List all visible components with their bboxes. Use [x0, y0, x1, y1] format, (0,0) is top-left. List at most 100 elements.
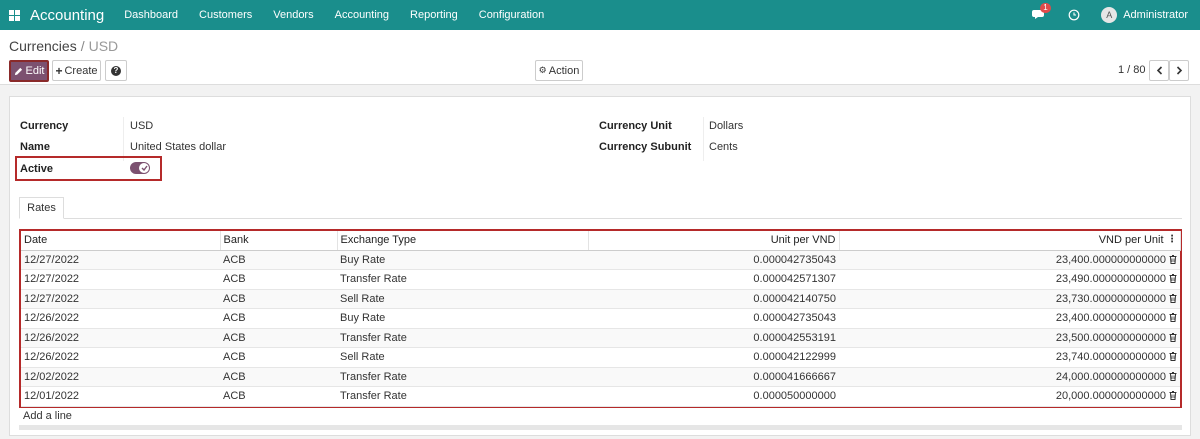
cell-exchange-type-value: Sell Rate [340, 292, 385, 305]
add-line-link[interactable]: Add a line [23, 410, 72, 422]
table-row[interactable]: 12/27/2022 ACB Transfer Rate 0.000042571307… [21, 269, 1180, 290]
cell-date[interactable]: 12/27/2022 [21, 250, 220, 270]
trash-icon[interactable] [1169, 352, 1177, 362]
table-row[interactable]: 12/02/2022 ACB Transfer Rate 0.000041666667… [21, 367, 1180, 387]
cell-unit-per-vnd-value: 0.000042140750 [753, 292, 836, 305]
rates-table-body: 12/27/2022 ACB Buy Rate 0.000042735043 23,40… [21, 250, 1180, 407]
cell-vnd-per-unit[interactable]: 23,740.000000000000 [839, 347, 1180, 368]
column-header-vnd-per-unit[interactable]: VND per Unit [839, 231, 1181, 251]
apps-grid-icon[interactable] [9, 9, 20, 21]
cell-bank[interactable]: ACB [220, 386, 337, 407]
cell-unit-per-vnd-value: 0.000050000000 [753, 390, 836, 403]
menu-vendors[interactable]: Vendors [273, 9, 313, 21]
create-button[interactable]: + Create [52, 60, 101, 81]
active-toggle[interactable] [130, 162, 150, 174]
edit-button[interactable]: Edit [9, 60, 49, 82]
trash-icon[interactable] [1169, 391, 1177, 401]
menu-customers[interactable]: Customers [199, 9, 252, 21]
trash-icon[interactable] [1169, 274, 1177, 284]
table-row[interactable]: 12/01/2022 ACB Transfer Rate 0.000050000000… [21, 386, 1180, 407]
trash-icon[interactable] [1169, 332, 1177, 342]
cell-vnd-per-unit[interactable]: 24,000.000000000000 [839, 367, 1180, 387]
cell-exchange-type[interactable]: Transfer Rate [337, 367, 588, 387]
cell-unit-per-vnd[interactable]: 0.000042140750 [588, 289, 839, 309]
cell-exchange-type[interactable]: Sell Rate [337, 347, 588, 368]
check-icon [139, 163, 149, 173]
cell-bank[interactable]: ACB [220, 250, 337, 270]
breadcrumb-parent[interactable]: Currencies [9, 38, 77, 54]
cell-bank[interactable]: ACB [220, 289, 337, 309]
trash-icon[interactable] [1169, 293, 1177, 303]
cell-exchange-type[interactable]: Transfer Rate [337, 386, 588, 407]
cell-date[interactable]: 12/02/2022 [21, 367, 220, 387]
table-row[interactable]: 12/26/2022 ACB Sell Rate 0.000042122999 23,7… [21, 347, 1180, 368]
cell-vnd-per-unit[interactable]: 23,400.000000000000 [839, 308, 1180, 329]
app-brand[interactable]: Accounting [30, 7, 104, 24]
table-row[interactable]: 12/26/2022 ACB Transfer Rate 0.000042553191… [21, 328, 1180, 348]
currency-unit-label: Currency Unit [599, 120, 672, 132]
cell-bank-value: ACB [223, 351, 246, 364]
cell-bank[interactable]: ACB [220, 269, 337, 290]
cell-date[interactable]: 12/27/2022 [21, 289, 220, 309]
cell-date[interactable]: 12/26/2022 [21, 347, 220, 368]
table-row[interactable]: 12/26/2022 ACB Buy Rate 0.000042735043 23,40… [21, 308, 1180, 329]
cell-unit-per-vnd[interactable]: 0.000041666667 [588, 367, 839, 387]
column-header-exchange-type[interactable]: Exchange Type [337, 231, 589, 251]
user-menu[interactable]: Administrator [1123, 9, 1188, 21]
cell-unit-per-vnd[interactable]: 0.000042571307 [588, 269, 839, 290]
cell-date-value: 12/27/2022 [24, 253, 80, 266]
cell-bank-value: ACB [223, 273, 246, 286]
optional-columns-icon[interactable]: ⋮ [1167, 235, 1177, 245]
cell-bank[interactable]: ACB [220, 328, 337, 348]
activity-clock-icon[interactable] [1068, 9, 1080, 21]
cell-date[interactable]: 12/26/2022 [21, 328, 220, 348]
user-avatar[interactable]: A [1101, 7, 1118, 23]
cell-unit-per-vnd[interactable]: 0.000042735043 [588, 250, 839, 270]
cell-date[interactable]: 12/26/2022 [21, 308, 220, 329]
cell-date[interactable]: 12/01/2022 [21, 386, 220, 407]
cell-vnd-per-unit[interactable]: 23,400.000000000000 [839, 250, 1180, 270]
edit-button-label: Edit [25, 65, 45, 77]
menu-configuration[interactable]: Configuration [479, 9, 544, 21]
cell-exchange-type[interactable]: Transfer Rate [337, 328, 588, 348]
column-header-date[interactable]: Date [21, 231, 221, 251]
cell-vnd-per-unit[interactable]: 23,490.000000000000 [839, 269, 1180, 290]
column-header-bank[interactable]: Bank [220, 231, 338, 251]
cell-vnd-per-unit-value: 20,000.000000000000 [1055, 390, 1166, 403]
menu-dashboard[interactable]: Dashboard [124, 9, 178, 21]
cell-bank[interactable]: ACB [220, 367, 337, 387]
cell-vnd-per-unit-value: 24,000.000000000000 [1055, 370, 1166, 383]
trash-icon[interactable] [1169, 371, 1177, 381]
table-row[interactable]: 12/27/2022 ACB Sell Rate 0.000042140750 23,7… [21, 289, 1180, 309]
cell-vnd-per-unit[interactable]: 23,500.000000000000 [839, 328, 1180, 348]
cell-exchange-type[interactable]: Transfer Rate [337, 269, 588, 290]
tab-rates[interactable]: Rates [19, 197, 64, 219]
cell-bank[interactable]: ACB [220, 347, 337, 368]
cell-exchange-type[interactable]: Buy Rate [337, 250, 588, 270]
cell-unit-per-vnd[interactable]: 0.000042735043 [588, 308, 839, 329]
table-header-row: Date Bank Exchange Type Unit per VND VND… [21, 231, 1181, 251]
column-header-unit-per-vnd[interactable]: Unit per VND [588, 231, 840, 251]
help-button[interactable]: ? [105, 60, 127, 81]
trash-icon[interactable] [1169, 313, 1177, 323]
menu-accounting[interactable]: Accounting [335, 9, 389, 21]
action-button[interactable]: ⚙ Action [535, 60, 583, 81]
cell-exchange-type-value: Sell Rate [340, 351, 385, 364]
cell-unit-per-vnd[interactable]: 0.000042553191 [588, 328, 839, 348]
cell-bank[interactable]: ACB [220, 308, 337, 329]
cell-unit-per-vnd[interactable]: 0.000042122999 [588, 347, 839, 368]
pager-previous-button[interactable] [1149, 60, 1169, 81]
cell-exchange-type[interactable]: Buy Rate [337, 308, 588, 329]
table-row[interactable]: 12/27/2022 ACB Buy Rate 0.000042735043 23,40… [21, 250, 1180, 270]
messages-icon[interactable]: 1 [1032, 3, 1051, 22]
cell-vnd-per-unit[interactable]: 23,730.000000000000 [839, 289, 1180, 309]
pager-next-button[interactable] [1169, 60, 1189, 81]
cell-exchange-type[interactable]: Sell Rate [337, 289, 588, 309]
cell-unit-per-vnd[interactable]: 0.000050000000 [588, 386, 839, 407]
cell-bank-value: ACB [223, 253, 246, 266]
trash-icon[interactable] [1169, 254, 1177, 264]
menu-reporting[interactable]: Reporting [410, 9, 458, 21]
pager-value[interactable]: 1 / 80 [1118, 64, 1146, 76]
cell-date[interactable]: 12/27/2022 [21, 269, 220, 290]
cell-vnd-per-unit[interactable]: 20,000.000000000000 [839, 386, 1180, 407]
